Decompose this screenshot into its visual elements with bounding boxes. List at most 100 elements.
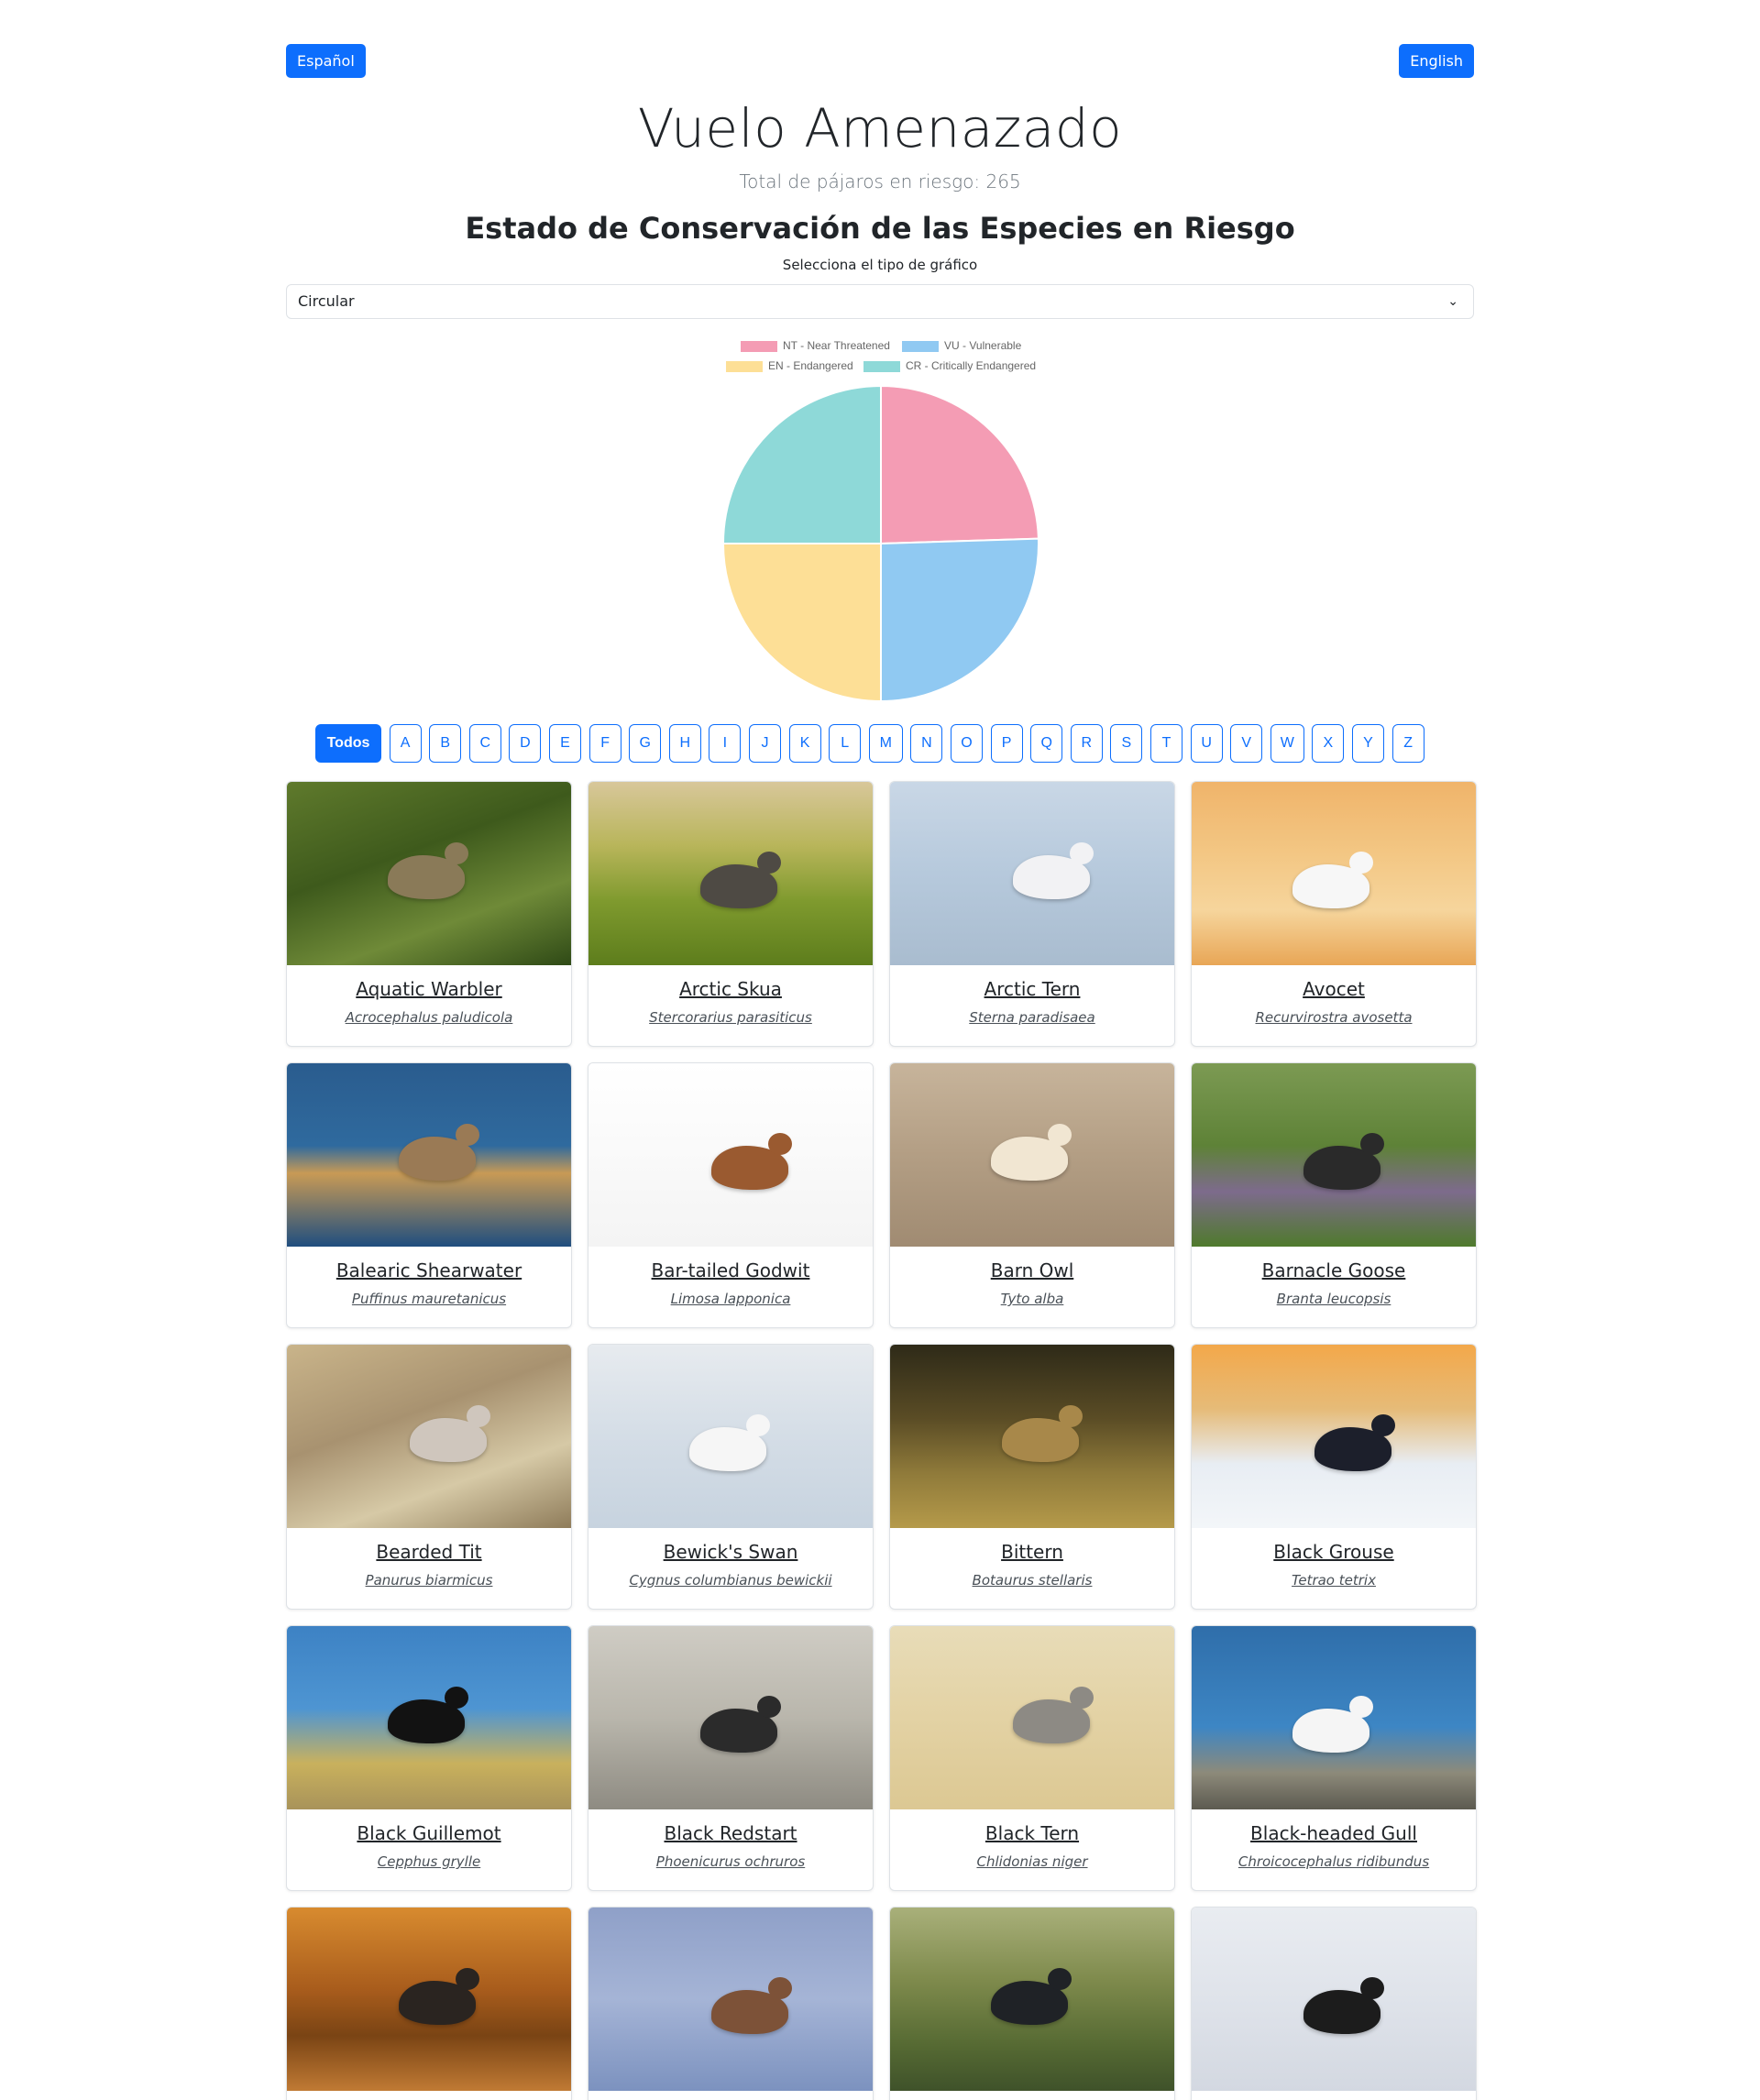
bird-scientific-name[interactable]: Phoenicurus ochruros bbox=[588, 1853, 873, 1870]
bird-card[interactable]: Bittern Botaurus stellaris bbox=[889, 1344, 1175, 1610]
filter-letter-h[interactable]: H bbox=[668, 724, 701, 763]
filter-all-button[interactable]: Todos bbox=[315, 724, 381, 763]
bird-scientific-name[interactable]: Cygnus columbianus bewickii bbox=[588, 1572, 873, 1589]
filter-letter-y[interactable]: Y bbox=[1352, 724, 1384, 763]
bird-photo[interactable] bbox=[588, 1063, 873, 1247]
legend-item[interactable]: CR - Critically Endangered bbox=[864, 359, 1036, 372]
filter-letter-b[interactable]: B bbox=[429, 724, 462, 763]
filter-letter-c[interactable]: C bbox=[468, 724, 501, 763]
bird-common-name[interactable]: Black Tern bbox=[890, 1822, 1174, 1844]
bird-photo[interactable] bbox=[1192, 782, 1476, 965]
bird-scientific-name[interactable]: Chroicocephalus ridibundus bbox=[1192, 1853, 1476, 1870]
bird-card[interactable] bbox=[1191, 1907, 1477, 2100]
pie-slice-en[interactable] bbox=[721, 543, 882, 703]
bird-photo[interactable] bbox=[287, 1908, 571, 2091]
bird-common-name[interactable]: Arctic Skua bbox=[588, 978, 873, 1000]
filter-letter-g[interactable]: G bbox=[629, 724, 662, 763]
bird-scientific-name[interactable]: Cepphus grylle bbox=[287, 1853, 571, 1870]
filter-letter-s[interactable]: S bbox=[1110, 724, 1143, 763]
bird-common-name[interactable]: Bittern bbox=[890, 1541, 1174, 1563]
bird-common-name[interactable]: Bearded Tit bbox=[287, 1541, 571, 1563]
filter-letter-m[interactable]: M bbox=[868, 724, 903, 763]
bird-card[interactable]: Bearded Tit Panurus biarmicus bbox=[286, 1344, 572, 1610]
bird-common-name[interactable]: Barn Owl bbox=[890, 1259, 1174, 1281]
filter-letter-l[interactable]: L bbox=[829, 724, 862, 763]
bird-photo[interactable] bbox=[1192, 1908, 1476, 2091]
bird-common-name[interactable]: Barnacle Goose bbox=[1192, 1259, 1476, 1281]
bird-card[interactable]: Barnacle Goose Branta leucopsis bbox=[1191, 1062, 1477, 1328]
bird-common-name[interactable]: Avocet bbox=[1192, 978, 1476, 1000]
filter-letter-v[interactable]: V bbox=[1230, 724, 1263, 763]
bird-card[interactable] bbox=[588, 1907, 874, 2100]
bird-common-name[interactable]: Black Guillemot bbox=[287, 1822, 571, 1844]
bird-card[interactable]: Barn Owl Tyto alba bbox=[889, 1062, 1175, 1328]
bird-photo[interactable] bbox=[588, 1626, 873, 1809]
bird-photo[interactable] bbox=[890, 1908, 1174, 2091]
filter-letter-a[interactable]: A bbox=[389, 724, 422, 763]
bird-photo[interactable] bbox=[588, 1345, 873, 1528]
bird-photo[interactable] bbox=[890, 1626, 1174, 1809]
filter-letter-q[interactable]: Q bbox=[1030, 724, 1063, 763]
bird-card[interactable]: Balearic Shearwater Puffinus mauretanicus bbox=[286, 1062, 572, 1328]
bird-card[interactable]: Black Redstart Phoenicurus ochruros bbox=[588, 1625, 874, 1891]
bird-card[interactable]: Black Guillemot Cepphus grylle bbox=[286, 1625, 572, 1891]
bird-scientific-name[interactable]: Acrocephalus paludicola bbox=[287, 1009, 571, 1026]
filter-letter-i[interactable]: I bbox=[709, 724, 742, 763]
bird-card[interactable]: Bar-tailed Godwit Limosa lapponica bbox=[588, 1062, 874, 1328]
bird-card[interactable]: Black-headed Gull Chroicocephalus ridibun… bbox=[1191, 1625, 1477, 1891]
bird-scientific-name[interactable]: Branta leucopsis bbox=[1192, 1291, 1476, 1307]
bird-scientific-name[interactable]: Stercorarius parasiticus bbox=[588, 1009, 873, 1026]
bird-photo[interactable] bbox=[1192, 1626, 1476, 1809]
filter-letter-u[interactable]: U bbox=[1190, 724, 1223, 763]
pie-slice-nt[interactable] bbox=[880, 384, 1040, 545]
bird-common-name[interactable]: Black Grouse bbox=[1192, 1541, 1476, 1563]
filter-letter-o[interactable]: O bbox=[951, 724, 983, 763]
bird-card[interactable]: Arctic Skua Stercorarius parasiticus bbox=[588, 781, 874, 1047]
bird-scientific-name[interactable]: Tyto alba bbox=[890, 1291, 1174, 1307]
bird-photo[interactable] bbox=[287, 1345, 571, 1528]
bird-scientific-name[interactable]: Puffinus mauretanicus bbox=[287, 1291, 571, 1307]
pie-slice-vu[interactable] bbox=[880, 537, 1040, 703]
bird-card[interactable]: Avocet Recurvirostra avosetta bbox=[1191, 781, 1477, 1047]
bird-common-name[interactable]: Aquatic Warbler bbox=[287, 978, 571, 1000]
filter-letter-t[interactable]: T bbox=[1150, 724, 1182, 763]
bird-scientific-name[interactable]: Chlidonias niger bbox=[890, 1853, 1174, 1870]
bird-photo[interactable] bbox=[1192, 1063, 1476, 1247]
bird-common-name[interactable]: Black Redstart bbox=[588, 1822, 873, 1844]
filter-letter-j[interactable]: J bbox=[749, 724, 781, 763]
bird-card[interactable]: Black Grouse Tetrao tetrix bbox=[1191, 1344, 1477, 1610]
bird-scientific-name[interactable]: Tetrao tetrix bbox=[1192, 1572, 1476, 1589]
filter-letter-f[interactable]: F bbox=[588, 724, 622, 763]
bird-common-name[interactable]: Balearic Shearwater bbox=[287, 1259, 571, 1281]
bird-photo[interactable] bbox=[287, 782, 571, 965]
bird-photo[interactable] bbox=[890, 1345, 1174, 1528]
bird-photo[interactable] bbox=[890, 1063, 1174, 1247]
bird-scientific-name[interactable]: Botaurus stellaris bbox=[890, 1572, 1174, 1589]
english-language-button[interactable]: English bbox=[1399, 44, 1474, 78]
filter-letter-n[interactable]: N bbox=[910, 724, 943, 763]
bird-common-name[interactable]: Bar-tailed Godwit bbox=[588, 1259, 873, 1281]
bird-photo[interactable] bbox=[588, 782, 873, 965]
bird-photo[interactable] bbox=[890, 782, 1174, 965]
bird-common-name[interactable]: Black-headed Gull bbox=[1192, 1822, 1476, 1844]
bird-common-name[interactable]: Arctic Tern bbox=[890, 978, 1174, 1000]
filter-letter-w[interactable]: W bbox=[1270, 724, 1304, 763]
chart-type-select[interactable]: Circular ⌄ bbox=[286, 284, 1474, 319]
bird-photo[interactable] bbox=[1192, 1345, 1476, 1528]
bird-photo[interactable] bbox=[287, 1626, 571, 1809]
bird-scientific-name[interactable]: Panurus biarmicus bbox=[287, 1572, 571, 1589]
filter-letter-r[interactable]: R bbox=[1070, 724, 1103, 763]
bird-card[interactable]: Arctic Tern Sterna paradisaea bbox=[889, 781, 1175, 1047]
bird-card[interactable] bbox=[286, 1907, 572, 2100]
pie-slice-cr[interactable] bbox=[721, 384, 882, 544]
legend-item[interactable]: EN - Endangered bbox=[726, 359, 853, 372]
bird-scientific-name[interactable]: Sterna paradisaea bbox=[890, 1009, 1174, 1026]
bird-common-name[interactable]: Bewick's Swan bbox=[588, 1541, 873, 1563]
filter-letter-x[interactable]: X bbox=[1312, 724, 1345, 763]
filter-letter-d[interactable]: D bbox=[509, 724, 542, 763]
spanish-language-button[interactable]: Español bbox=[286, 44, 366, 78]
bird-scientific-name[interactable]: Limosa lapponica bbox=[588, 1291, 873, 1307]
bird-card[interactable]: Black Tern Chlidonias niger bbox=[889, 1625, 1175, 1891]
legend-item[interactable]: NT - Near Threatened bbox=[741, 339, 890, 352]
bird-photo[interactable] bbox=[588, 1908, 873, 2091]
